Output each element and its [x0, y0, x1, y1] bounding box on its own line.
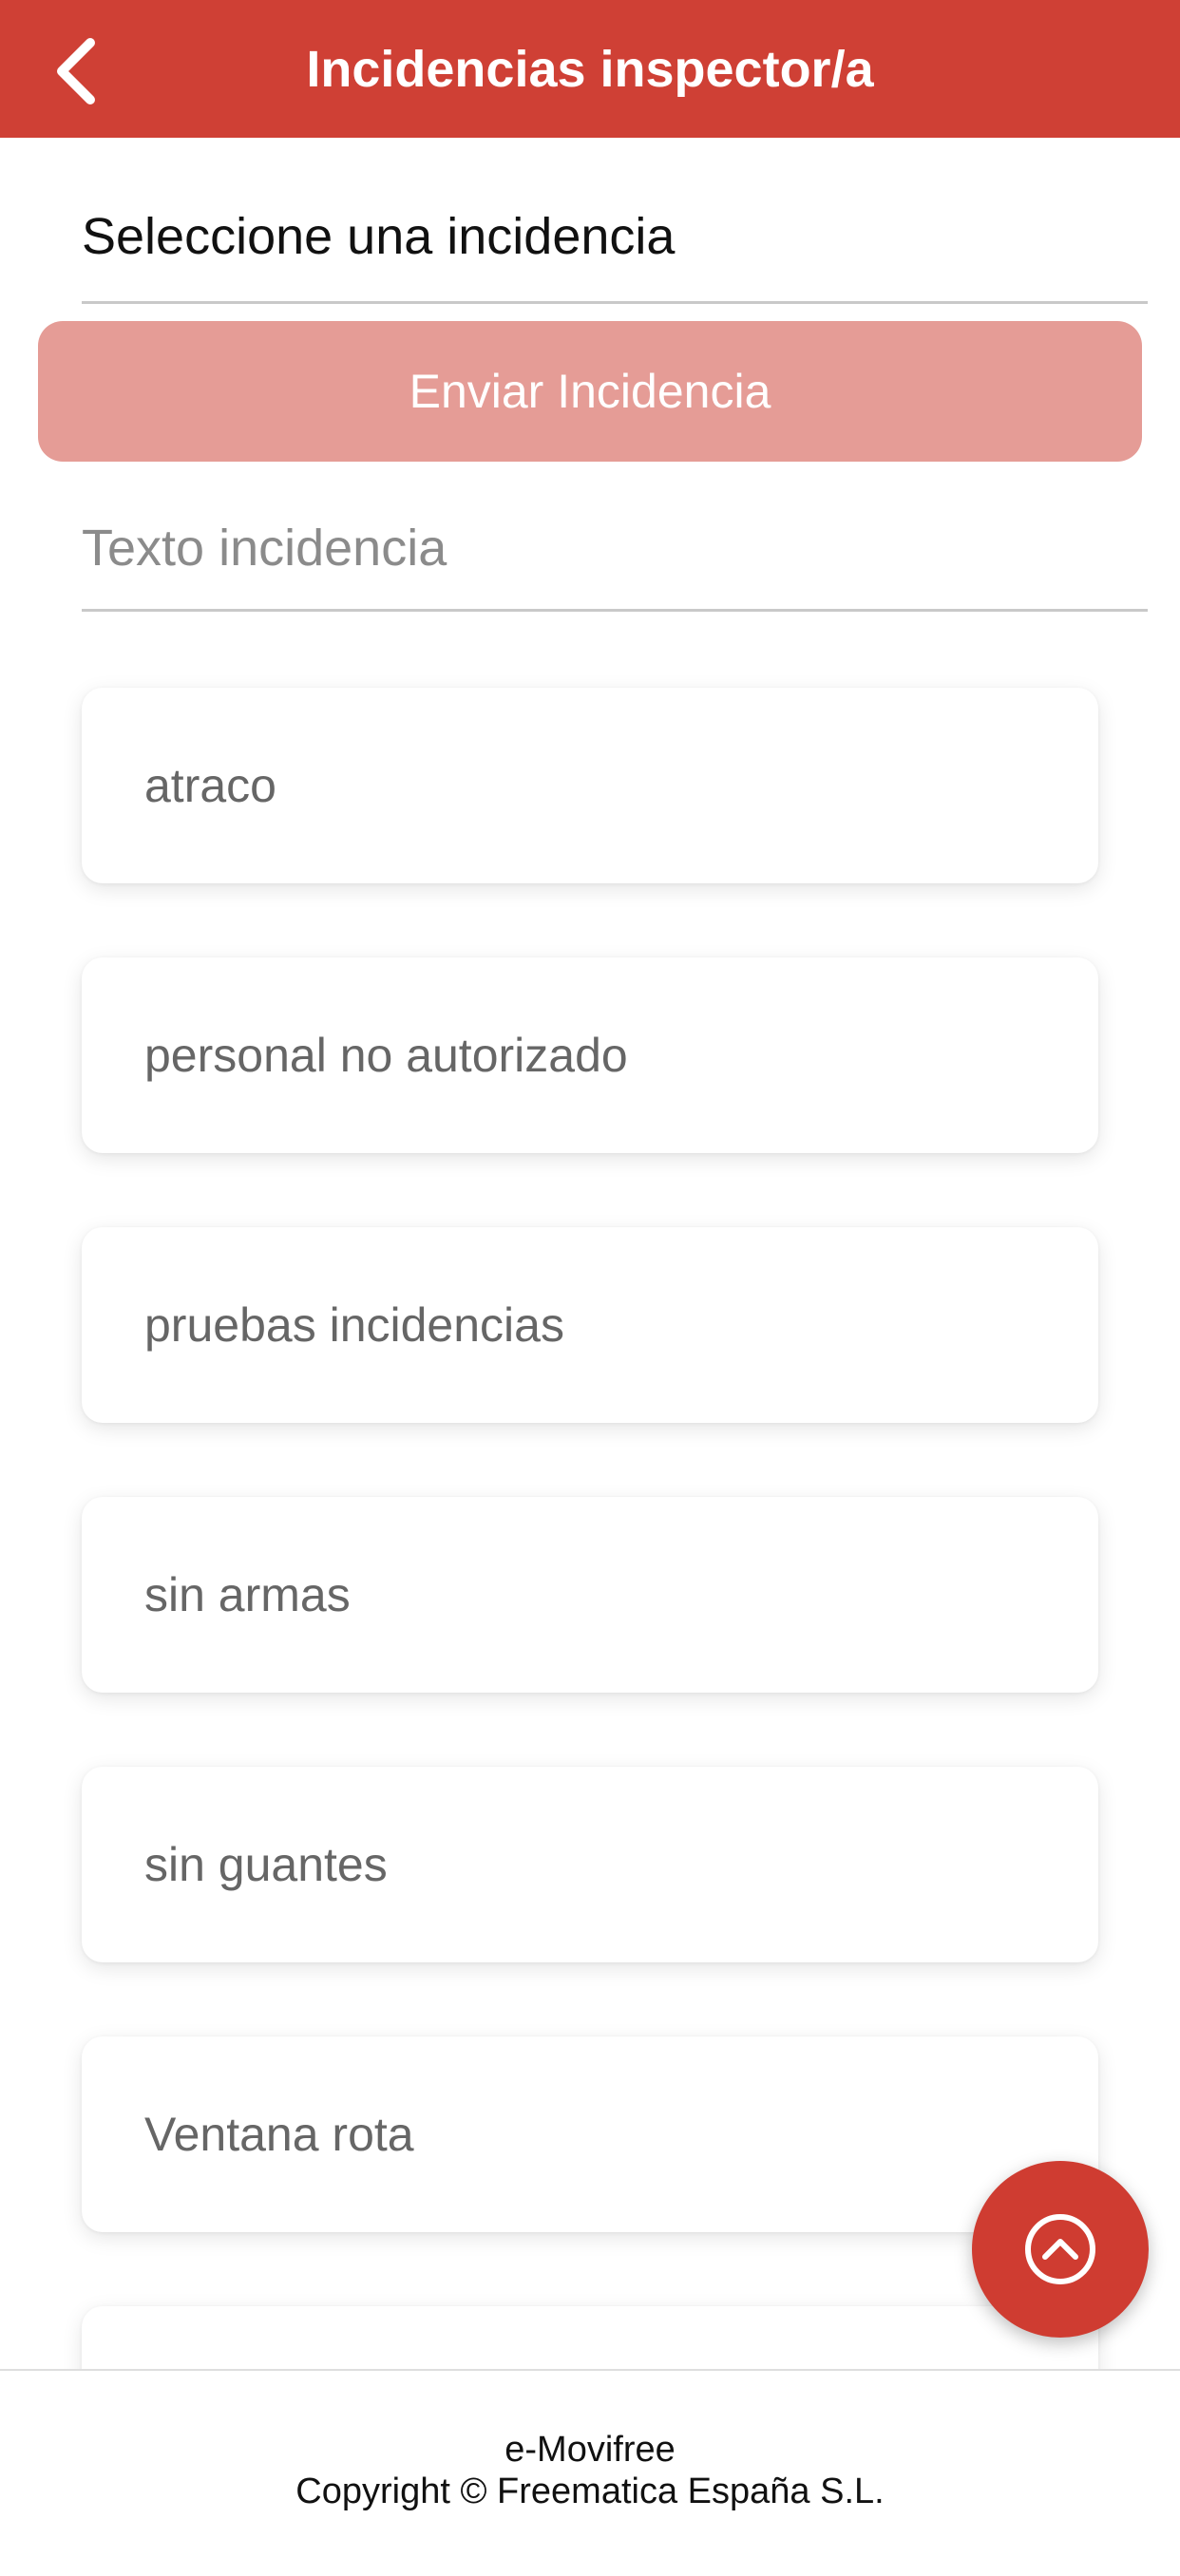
list-item-incident[interactable]: atraco — [82, 688, 1098, 883]
list-item-label: pruebas incidencias — [144, 1298, 564, 1352]
list-item-label: sin guantes — [144, 1838, 388, 1891]
list-item-label: sin armas — [144, 1568, 351, 1621]
send-incident-label: Enviar Incidencia — [409, 365, 771, 418]
list-item-incident[interactable]: personal no autorizado — [82, 957, 1098, 1153]
list-item-incident[interactable]: Ventana rota — [82, 2036, 1098, 2232]
scroll-to-top-button[interactable] — [972, 2161, 1149, 2338]
incident-select[interactable]: Seleccione una incidencia — [82, 180, 1148, 304]
list-item-label: Ventana rota — [144, 2108, 414, 2161]
footer: e-Movifree Copyright © Freematica España… — [0, 2369, 1180, 2553]
list-item-label: personal no autorizado — [144, 1029, 628, 1082]
footer-copyright: Copyright © Freematica España S.L. — [295, 2472, 885, 2511]
footer-app-name: e-Movifree — [504, 2430, 676, 2470]
incident-select-value: Seleccione una incidencia — [82, 208, 676, 265]
list-item-incident[interactable]: pruebas incidencias — [82, 1227, 1098, 1423]
list-item-label: atraco — [144, 759, 276, 812]
list-item-incident[interactable]: sin armas — [82, 1497, 1098, 1693]
chevron-up-circle-icon — [1025, 2214, 1095, 2284]
send-incident-button[interactable]: Enviar Incidencia — [38, 321, 1142, 462]
incident-text-field — [82, 484, 1148, 612]
list-item-incident[interactable]: sin guantes — [82, 1767, 1098, 1962]
incident-text-input[interactable] — [82, 505, 1127, 591]
incident-list: atraco personal no autorizado pruebas in… — [82, 688, 1098, 2576]
page-title: Incidencias inspector/a — [306, 40, 874, 98]
app-header: Incidencias inspector/a — [0, 0, 1180, 138]
